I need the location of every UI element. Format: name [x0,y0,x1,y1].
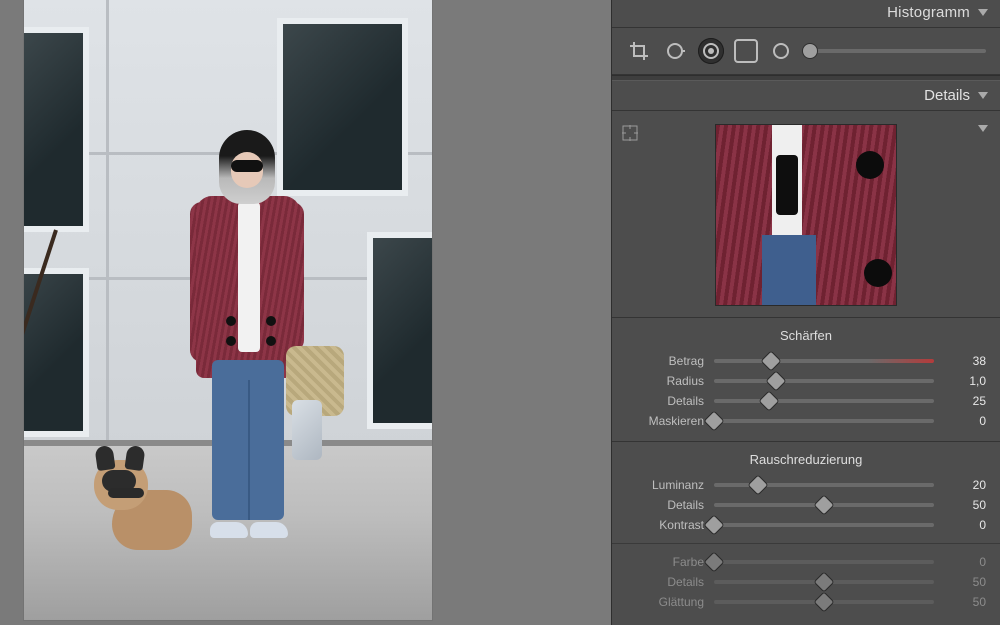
row-sharpen-amount: Betrag 38 [626,351,986,371]
label-noise-col-detail: Details [626,575,704,589]
label-sharpen-amount: Betrag [626,354,704,368]
value-noise-col-detail[interactable]: 50 [944,575,986,589]
detail-100pct-preview[interactable] [716,125,896,305]
row-noise-lum-contrast: Kontrast 0 [626,515,986,535]
details-title: Details [924,87,970,104]
target-icon[interactable] [622,125,638,141]
chevron-down-icon [978,92,988,99]
radial-filter-tool[interactable] [768,38,794,64]
chevron-down-icon[interactable] [978,125,988,132]
slider-sharpen-radius[interactable] [714,379,934,383]
row-noise-col-detail: Details 50 [626,572,986,592]
noise-title: Rauschreduzierung [626,452,986,467]
label-noise-luminance: Luminanz [626,478,704,492]
label-noise-color: Farbe [626,555,704,569]
row-sharpen-radius: Radius 1,0 [626,371,986,391]
row-noise-luminance: Luminanz 20 [626,475,986,495]
image-canvas[interactable] [0,0,611,625]
app-root: Histogramm Details [0,0,1000,625]
value-sharpen-amount[interactable]: 38 [944,354,986,368]
graduated-filter-tool[interactable] [734,39,758,63]
label-noise-lum-contrast: Kontrast [626,518,704,532]
label-sharpen-detail: Details [626,394,704,408]
slider-sharpen-detail[interactable] [714,399,934,403]
slider-noise-lum-contrast[interactable] [714,523,934,527]
value-noise-col-smooth[interactable]: 50 [944,595,986,609]
sharpen-group: Schärfen Betrag 38 Radius 1,0 Details 25… [612,318,1000,442]
chevron-down-icon [978,9,988,16]
label-noise-lum-detail: Details [626,498,704,512]
label-noise-col-smooth: Glättung [626,595,704,609]
details-header[interactable]: Details [612,81,1000,111]
row-sharpen-mask: Maskieren 0 [626,411,986,431]
redeye-tool[interactable] [698,38,724,64]
sharpen-title: Schärfen [626,328,986,343]
value-noise-lum-detail[interactable]: 50 [944,498,986,512]
person [184,130,304,570]
slider-noise-col-detail[interactable] [714,580,934,584]
label-sharpen-radius: Radius [626,374,704,388]
preview-photo [24,0,432,620]
value-sharpen-detail[interactable]: 25 [944,394,986,408]
histogram-title: Histogramm [887,4,970,21]
histogram-header[interactable]: Histogramm [612,0,1000,28]
detail-preview-area [612,111,1000,318]
slider-sharpen-amount[interactable] [714,359,934,363]
slider-sharpen-mask[interactable] [714,419,934,423]
slider-noise-color[interactable] [714,560,934,564]
value-sharpen-radius[interactable]: 1,0 [944,374,986,388]
row-noise-color: Farbe 0 [626,552,986,572]
value-sharpen-mask[interactable]: 0 [944,414,986,428]
value-noise-color[interactable]: 0 [944,555,986,569]
slider-noise-lum-detail[interactable] [714,503,934,507]
value-noise-luminance[interactable]: 20 [944,478,986,492]
develop-right-panel: Histogramm Details [611,0,1000,625]
row-sharpen-detail: Details 25 [626,391,986,411]
slider-noise-luminance[interactable] [714,483,934,487]
row-noise-lum-detail: Details 50 [626,495,986,515]
value-noise-lum-contrast[interactable]: 0 [944,518,986,532]
local-adjust-toolbar [612,28,1000,75]
noise-group: Rauschreduzierung Luminanz 20 Details 50… [612,442,1000,622]
brush-size-slider[interactable] [810,49,986,53]
row-noise-col-smooth: Glättung 50 [626,592,986,612]
label-sharpen-mask: Maskieren [626,414,704,428]
spot-removal-tool[interactable] [662,38,688,64]
crop-tool[interactable] [626,38,652,64]
slider-noise-col-smooth[interactable] [714,600,934,604]
